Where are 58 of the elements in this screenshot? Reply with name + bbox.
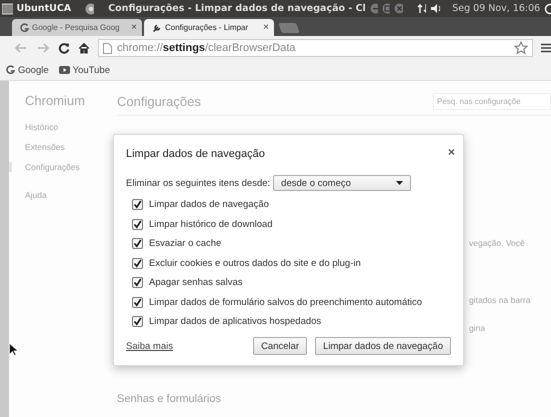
browser-tab[interactable]: Google - Pesquisa Goog ×: [12, 19, 142, 36]
checkbox-label: Limpar dados de navegação: [149, 199, 269, 210]
checkbox[interactable]: [132, 218, 143, 230]
dialog-button[interactable]: Cancelar: [253, 337, 308, 355]
star-icon[interactable]: [514, 41, 528, 55]
time-range-dropdown[interactable]: desde o começo: [273, 175, 412, 191]
learn-more-link[interactable]: Saiba mais: [126, 340, 173, 352]
setting-text: vegação. Você: [469, 238, 525, 248]
volume-icon[interactable]: [430, 3, 440, 14]
tab-close-button[interactable]: ×: [263, 22, 269, 33]
checkbox[interactable]: [132, 277, 143, 288]
checkbox[interactable]: [132, 258, 143, 269]
sidebar-title: Chromium: [25, 93, 86, 108]
section-heading: Senhas e formulários: [117, 393, 222, 405]
checkbox-label: Excluir cookies e outros dados do site e do plug-in: [149, 258, 361, 269]
checkbox-label: Esvaziar o cache: [149, 238, 222, 250]
checkbox[interactable]: [132, 316, 143, 328]
window-icon: [2, 2, 13, 14]
checkbox[interactable]: [132, 199, 143, 210]
reload-icon[interactable]: [58, 42, 70, 54]
dialog-button[interactable]: Limpar dados de navegação: [315, 337, 451, 355]
bookmark-item[interactable]: Google: [6, 64, 49, 76]
browser-icon: [85, 2, 94, 14]
network-icon[interactable]: [416, 3, 426, 14]
close-icon[interactable]: [394, 3, 403, 14]
page-title: Configurações: [117, 94, 202, 109]
tab-title: Configurações - Limpar: [165, 23, 250, 32]
power-icon[interactable]: [544, 2, 551, 14]
dialog-title: Limpar dados de navegação: [126, 148, 265, 160]
address-bar[interactable]: chrome://settings/clearBrowserData: [98, 39, 533, 57]
setting-text: gitados na barra: [469, 295, 530, 305]
clock[interactable]: Seg 09 Nov, 16:06: [452, 3, 540, 14]
checkbox[interactable]: [132, 296, 143, 308]
checkbox[interactable]: [132, 238, 143, 250]
maximize-icon[interactable]: [382, 3, 390, 14]
search-field[interactable]: Pesq. nas configuraçõe: [433, 93, 551, 110]
checkbox-label: Limpar dados de aplicativos hospedados: [149, 316, 322, 328]
checkbox-label: Limpar dados de formulário salvos do preenchimento automático: [149, 296, 422, 308]
tab-title: Google - Pesquisa Goog: [32, 23, 121, 32]
video-icon: [58, 66, 70, 74]
checkbox-label: Limpar histórico de download: [149, 218, 273, 230]
window-title: Configurações - Limpar dados de navegação - Cl: [108, 3, 366, 14]
home-icon[interactable]: [78, 42, 90, 54]
close-button[interactable]: ×: [448, 145, 455, 159]
menu-icon[interactable]: [541, 43, 551, 53]
minimize-icon[interactable]: [370, 3, 378, 14]
google-icon: [6, 65, 15, 75]
checkbox-label: Apagar senhas salvas: [149, 277, 242, 288]
page-icon: [103, 42, 112, 54]
setting-text: gina: [469, 323, 486, 333]
app-name: UbuntUCA: [16, 3, 72, 14]
google-icon: [20, 22, 29, 32]
wrench-icon: [152, 22, 162, 32]
range-label: Eliminar os seguintes itens desde:: [126, 178, 270, 188]
tab-close-button[interactable]: ×: [131, 22, 137, 33]
caret-icon: [396, 181, 404, 185]
bookmark-item[interactable]: YouTube: [58, 64, 110, 76]
browser-tab[interactable]: Configurações - Limpar ×: [144, 19, 274, 36]
